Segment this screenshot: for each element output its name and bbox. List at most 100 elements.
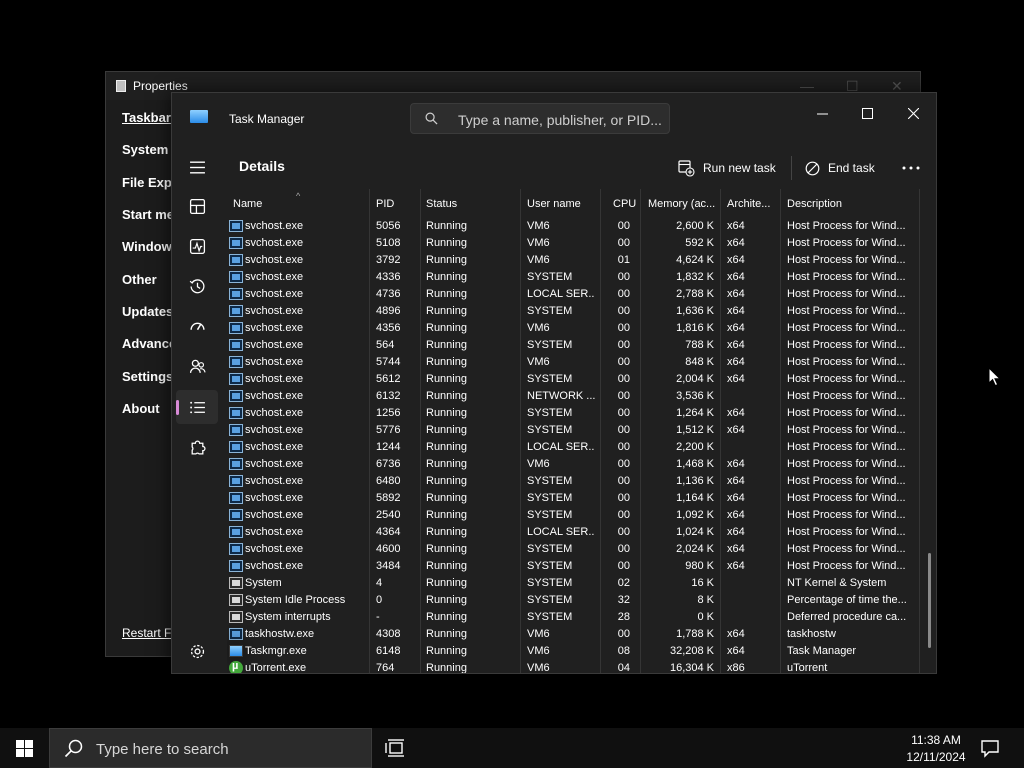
cell-name: svchost.exe [245, 305, 304, 317]
task-view-icon[interactable] [383, 738, 409, 758]
column-header-status[interactable]: Status [426, 189, 516, 217]
hamburger-menu-button[interactable] [176, 150, 218, 184]
properties-nav-taskbar[interactable]: Taskbar [122, 110, 171, 125]
table-row[interactable]: Taskmgr.exe 6148 Running VM6 08 32,208 K x64 Ta… [227, 643, 919, 660]
column-header-name[interactable]: Name [233, 189, 363, 217]
run-new-task-button[interactable]: Run new task [678, 155, 776, 181]
column-header-pid[interactable]: PID [376, 189, 416, 217]
cell-cpu: 00 [617, 475, 630, 487]
task-manager-process-icon [229, 645, 243, 657]
table-row[interactable]: svchost.exe 5892 Running SYSTEM 00 1,164 K x64… [227, 490, 919, 507]
more-options-button[interactable] [902, 155, 928, 181]
close-icon [907, 107, 919, 119]
table-row[interactable]: svchost.exe 4736 Running LOCAL SER... 00 2,78… [227, 286, 919, 303]
table-row[interactable]: svchost.exe 1244 Running LOCAL SER... 00 2,20… [227, 439, 919, 456]
notification-icon[interactable] [980, 738, 1000, 758]
cell-memory: 1,512 K [676, 424, 714, 436]
nav-app-history[interactable] [176, 269, 218, 303]
cell-memory: 1,468 K [676, 458, 714, 470]
table-row[interactable]: svchost.exe 6736 Running VM6 00 1,468 K x64 Hos… [227, 456, 919, 473]
table-row[interactable]: svchost.exe 3792 Running VM6 01 4,624 K x64 Hos… [227, 252, 919, 269]
table-row[interactable]: svchost.exe 4600 Running SYSTEM 00 2,024 K x64… [227, 541, 919, 558]
nav-users[interactable] [176, 349, 218, 383]
cell-name: svchost.exe [245, 424, 304, 436]
cell-name: svchost.exe [245, 322, 304, 334]
table-row[interactable]: System Idle Process 0 Running SYSTEM 32 8 K Pe… [227, 592, 919, 609]
close-button[interactable] [893, 99, 933, 127]
cell-name: svchost.exe [245, 271, 304, 283]
system-clock[interactable]: 11:38 AM 12/11/2024 [896, 732, 976, 766]
cell-status: Running [426, 356, 467, 368]
task-manager-search-box[interactable]: Type a name, publisher, or PID... [410, 103, 670, 134]
cell-status: Running [426, 271, 467, 283]
properties-nav-start-menu[interactable]: Start me [122, 207, 174, 222]
taskbar-search-box[interactable]: Type here to search [49, 728, 372, 768]
cell-architecture: x64 [727, 407, 745, 419]
table-row[interactable]: uTorrent.exe 764 Running VM6 04 16,304 K x86 uT… [227, 660, 919, 674]
cell-pid: 6480 [376, 475, 401, 487]
table-row[interactable]: System 4 Running SYSTEM 02 16 K NT Kernel & Sy… [227, 575, 919, 592]
cell-architecture: x64 [727, 424, 745, 436]
table-row[interactable]: svchost.exe 2540 Running SYSTEM 00 1,092 K x64… [227, 507, 919, 524]
column-header-user-name[interactable]: User name [527, 189, 597, 217]
nav-processes[interactable] [176, 189, 218, 223]
vertical-scrollbar-thumb[interactable] [928, 553, 931, 648]
table-row[interactable]: svchost.exe 5612 Running SYSTEM 00 2,004 K x64… [227, 371, 919, 388]
cell-name: uTorrent.exe [245, 662, 307, 674]
column-header-description[interactable]: Description [787, 189, 912, 217]
properties-nav-system[interactable]: System t [122, 142, 176, 157]
cell-name: svchost.exe [245, 458, 304, 470]
nav-details[interactable] [176, 390, 218, 424]
properties-nav-updates[interactable]: Updates [122, 304, 173, 319]
table-row[interactable]: svchost.exe 6132 Running NETWORK ... 00 3,536… [227, 388, 919, 405]
start-button[interactable] [0, 728, 48, 768]
properties-nav-settings[interactable]: Settings [122, 369, 173, 384]
properties-nav-about[interactable]: About [122, 401, 160, 416]
minimize-button[interactable] [802, 99, 842, 127]
properties-nav-other[interactable]: Other [122, 272, 157, 287]
cell-description: Host Process for Wind... [787, 322, 906, 334]
column-header-architecture[interactable]: Archite... [727, 189, 777, 217]
table-row[interactable]: svchost.exe 4896 Running SYSTEM 00 1,636 K x64… [227, 303, 919, 320]
table-row[interactable]: svchost.exe 5056 Running VM6 00 2,600 K x64 Hos… [227, 218, 919, 235]
table-row[interactable]: svchost.exe 3484 Running SYSTEM 00 980 K x64 Ho… [227, 558, 919, 575]
column-header-cpu[interactable]: CPU [613, 189, 637, 217]
table-row[interactable]: svchost.exe 5108 Running VM6 00 592 K x64 Host … [227, 235, 919, 252]
cell-status: Running [426, 220, 467, 232]
table-row[interactable]: svchost.exe 6480 Running SYSTEM 00 1,136 K x64… [227, 473, 919, 490]
properties-nav-window[interactable]: Window [122, 239, 172, 254]
service-process-icon [229, 526, 243, 538]
table-row[interactable]: svchost.exe 4356 Running VM6 00 1,816 K x64 Hos… [227, 320, 919, 337]
column-header-memory[interactable]: Memory (ac... [648, 189, 716, 217]
cell-user-name: SYSTEM [527, 271, 573, 283]
nav-services[interactable] [176, 430, 218, 464]
cell-name: svchost.exe [245, 339, 304, 351]
cell-architecture: x64 [727, 288, 745, 300]
cell-pid: 4 [376, 577, 383, 589]
table-row[interactable]: taskhostw.exe 4308 Running VM6 00 1,788 K x64 t… [227, 626, 919, 643]
end-task-icon [805, 161, 820, 175]
table-row[interactable]: svchost.exe 5744 Running VM6 00 848 K x64 Host … [227, 354, 919, 371]
task-manager-sidebar [172, 148, 222, 673]
restart-explorer-link[interactable]: Restart Fil [122, 626, 177, 640]
cell-description: NT Kernel & System [787, 577, 887, 589]
table-row[interactable]: svchost.exe 564 Running SYSTEM 00 788 K x64 Hos… [227, 337, 919, 354]
nav-settings[interactable] [176, 634, 218, 668]
cell-cpu: 00 [617, 441, 630, 453]
table-row[interactable]: svchost.exe 5776 Running SYSTEM 00 1,512 K x64… [227, 422, 919, 439]
cell-cpu: 32 [617, 594, 630, 606]
maximize-button[interactable] [847, 99, 887, 127]
column-divider[interactable] [919, 189, 920, 673]
end-task-button[interactable]: End task [805, 155, 875, 181]
task-manager-window[interactable]: Task Manager Type a name, publisher, or … [171, 92, 937, 674]
nav-performance[interactable] [176, 229, 218, 263]
table-row[interactable]: svchost.exe 4364 Running LOCAL SER... 00 1,02… [227, 524, 919, 541]
table-row[interactable]: System interrupts - Running SYSTEM 28 0 K Defe… [227, 609, 919, 626]
table-row[interactable]: svchost.exe 4336 Running SYSTEM 00 1,832 K x64… [227, 269, 919, 286]
properties-nav-advanced[interactable]: Advance [122, 336, 176, 351]
cell-name: System [245, 577, 282, 589]
table-row[interactable]: svchost.exe 1256 Running SYSTEM 00 1,264 K x64… [227, 405, 919, 422]
nav-startup-apps[interactable] [176, 309, 218, 343]
cell-cpu: 00 [617, 628, 630, 640]
properties-nav-file-explorer[interactable]: File Expl [122, 175, 175, 190]
